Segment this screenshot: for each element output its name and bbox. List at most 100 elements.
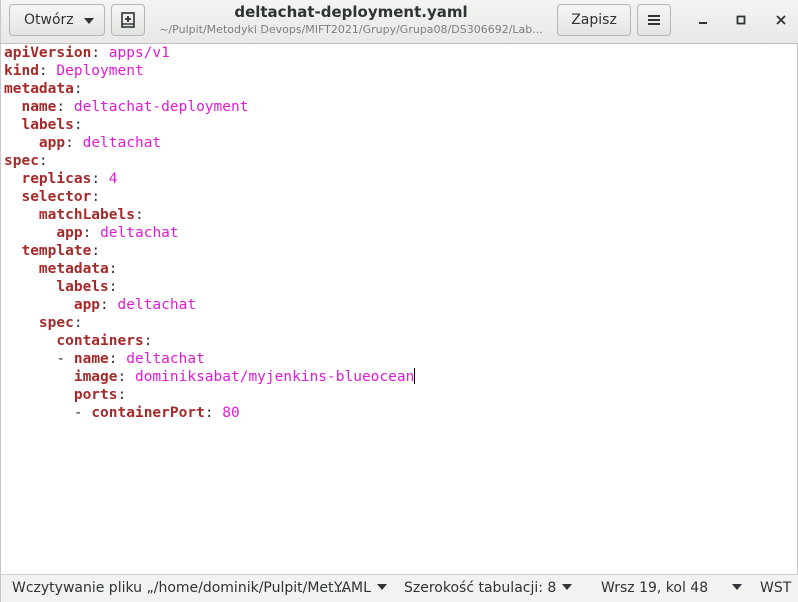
maximize-icon xyxy=(736,15,746,25)
yaml-key: apiVersion xyxy=(4,45,92,61)
text-editor[interactable]: apiVersion: apps/v1 kind: Deployment metad… xyxy=(1,44,797,574)
yaml-colon: : xyxy=(91,189,101,205)
language-label: YAML xyxy=(334,580,371,596)
yaml-key: app xyxy=(56,225,83,241)
yaml-key: matchLabels xyxy=(38,207,135,223)
yaml-value: dominiksabat/myjenkins-blueocean xyxy=(134,369,415,385)
code-line: app: deltachat xyxy=(1,134,797,152)
hamburger-icon xyxy=(648,15,660,25)
yaml-key: replicas xyxy=(21,171,92,187)
chevron-down-icon xyxy=(84,18,94,24)
code-line: metadata: xyxy=(1,80,797,98)
code-line: app: deltachat xyxy=(1,224,797,242)
code-line: replicas: 4 xyxy=(1,170,797,188)
text-cursor xyxy=(414,368,416,384)
code-line: labels: xyxy=(1,116,797,134)
code-line: labels: xyxy=(1,278,797,296)
language-selector[interactable]: YAML xyxy=(334,580,387,596)
chevron-down-icon xyxy=(376,584,387,590)
yaml-key: name xyxy=(21,99,57,115)
yaml-value: Deployment xyxy=(56,63,144,79)
code-line: kind: Deployment xyxy=(1,62,797,80)
yaml-colon: : xyxy=(143,333,153,349)
yaml-colon: : xyxy=(108,279,118,295)
chevron-down-icon xyxy=(562,584,573,590)
new-document-icon xyxy=(121,12,135,28)
yaml-colon: : xyxy=(117,369,135,385)
yaml-key: metadata xyxy=(4,81,74,97)
code-line: spec: xyxy=(1,314,797,332)
yaml-key: name xyxy=(73,351,109,367)
yaml-colon: : xyxy=(204,405,223,421)
maximize-button[interactable] xyxy=(727,6,755,34)
code-line: selector: xyxy=(1,188,797,206)
insert-mode[interactable]: WST xyxy=(760,580,791,596)
save-button[interactable]: Zapisz xyxy=(557,4,631,36)
yaml-colon: : xyxy=(117,387,127,403)
tab-width-selector[interactable]: Szerokość tabulacji: 8 xyxy=(404,580,573,596)
yaml-key: spec xyxy=(38,315,74,331)
yaml-key: ports xyxy=(73,387,118,403)
yaml-colon: : xyxy=(91,243,101,259)
yaml-value: deltachat xyxy=(82,135,162,151)
yaml-value: deltachat-deployment xyxy=(73,99,249,115)
list-dash: - xyxy=(56,351,74,367)
code-line: matchLabels: xyxy=(1,206,797,224)
cursor-position-label: Wrsz 19, kol 48 xyxy=(601,580,709,596)
window-title: deltachat-deployment.yaml xyxy=(234,3,468,21)
new-document-button[interactable] xyxy=(111,4,145,36)
yaml-key: template xyxy=(21,243,92,259)
yaml-key: kind xyxy=(4,63,39,79)
list-dash: - xyxy=(73,405,92,421)
yaml-colon: : xyxy=(91,171,109,187)
code-line: template: xyxy=(1,242,797,260)
yaml-colon: : xyxy=(134,207,144,223)
code-line: apiVersion: apps/v1 xyxy=(1,44,797,62)
open-button-label: Otwórz xyxy=(24,12,74,28)
hamburger-menu-button[interactable] xyxy=(637,4,671,36)
close-button[interactable] xyxy=(767,6,795,34)
code-line: ports: xyxy=(1,386,797,404)
yaml-value: apps/v1 xyxy=(108,45,170,61)
yaml-value: deltachat xyxy=(100,225,179,241)
yaml-key: app xyxy=(73,297,101,313)
yaml-key: spec xyxy=(4,153,39,169)
code-line: metadata: xyxy=(1,260,797,278)
yaml-colon: : xyxy=(73,315,83,331)
code-line: - containerPort: 80 xyxy=(1,404,797,422)
minimize-button[interactable] xyxy=(689,6,717,34)
yaml-colon: : xyxy=(73,117,83,133)
open-button[interactable]: Otwórz xyxy=(9,4,105,36)
chevron-down-icon xyxy=(732,584,743,590)
code-line: image: dominiksabat/myjenkins-blueocean xyxy=(1,368,797,386)
tab-width-label: Szerokość tabulacji: 8 xyxy=(404,580,557,596)
yaml-colon: : xyxy=(108,351,127,367)
code-line: containers: xyxy=(1,332,797,350)
loading-status: Wczytywanie pliku „/home/dominik/Pulpit/… xyxy=(12,580,347,596)
yaml-key: image xyxy=(73,369,118,385)
yaml-colon: : xyxy=(65,135,83,151)
code-line: app: deltachat xyxy=(1,296,797,314)
yaml-colon: : xyxy=(38,63,57,79)
status-bar: Wczytywanie pliku „/home/dominik/Pulpit/… xyxy=(1,574,798,602)
yaml-key: app xyxy=(38,135,66,151)
cursor-position-selector[interactable]: Wrsz 19, kol 48 xyxy=(601,580,743,596)
yaml-value: 4 xyxy=(108,171,118,187)
gedit-window: Otwórz deltachat-deployment.yaml ~/Pulpi… xyxy=(0,0,798,602)
